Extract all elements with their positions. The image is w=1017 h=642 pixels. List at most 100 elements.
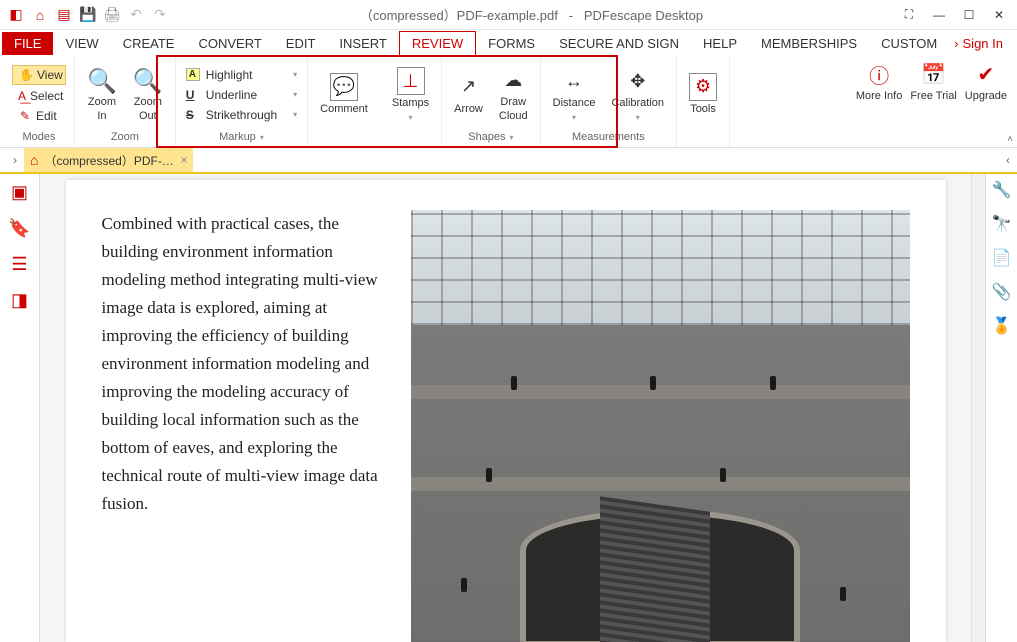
zoom-out-button[interactable]: 🔍Zoom Out xyxy=(127,62,169,126)
upgrade-button[interactable]: ✔Upgrade xyxy=(965,60,1007,102)
ribbon-group-zoom: 🔍Zoom In 🔍Zoom Out Zoom xyxy=(75,56,176,147)
ribbon-label-markup: Markup▾ xyxy=(219,131,264,145)
menu-file[interactable]: FILE xyxy=(2,32,53,55)
distance-icon: ↔ xyxy=(560,67,588,95)
arrow-icon: ↗ xyxy=(455,73,483,101)
ribbon-group-stamps: ⊥Stamps▾ xyxy=(380,56,442,147)
ribbon-group-shapes: ↗Arrow ☁Draw Cloud Shapes▾ xyxy=(442,56,540,147)
ribbon-group-markup: AHighlight▾ UUnderline▾ SStrikethrough▾ … xyxy=(176,56,308,147)
menu-secure[interactable]: SECURE AND SIGN xyxy=(547,32,691,55)
ribbon-group-modes: ✋View A͟Select ✎Edit Modes xyxy=(4,56,75,147)
highlight-button[interactable]: AHighlight▾ xyxy=(182,66,301,84)
notes-panel-button[interactable]: 📄 xyxy=(992,248,1012,268)
draw-cloud-button[interactable]: ☁Draw Cloud xyxy=(493,64,534,124)
zoom-out-icon: 🔍 xyxy=(133,66,163,96)
tab-close-button[interactable]: × xyxy=(180,153,187,167)
menu-convert[interactable]: CONVERT xyxy=(186,32,273,55)
workspace: ▣ 🔖 ☰ ◨ Combined with practical cases, t… xyxy=(0,174,1017,642)
ribbon-label-measurements: Measurements xyxy=(572,131,645,145)
sign-in-link[interactable]: Sign In xyxy=(954,36,1015,51)
hand-icon: ✋ xyxy=(19,68,33,82)
tools-button[interactable]: ⚙Tools xyxy=(683,71,723,118)
menu-custom[interactable]: CUSTOM xyxy=(869,32,949,55)
window-title: （compressed）PDF-example.pdf - PDFescape … xyxy=(168,5,895,24)
document-area[interactable]: Combined with practical cases, the build… xyxy=(40,174,971,642)
zoom-in-icon: 🔍 xyxy=(87,66,117,96)
titlebar: ◧ ⌂ ▤ 💾 🖨 ↶ ↷ （compressed）PDF-example.pd… xyxy=(0,0,1017,30)
left-rail: ▣ 🔖 ☰ ◨ xyxy=(0,174,40,642)
underline-button[interactable]: UUnderline▾ xyxy=(182,86,301,104)
ribbon-label-zoom: Zoom xyxy=(111,131,139,145)
ribbon-right: ⓘMore Info 📅Free Trial ✔Upgrade xyxy=(852,56,1017,147)
ribbon-group-measurements: ↔Distance▾ ✥Calibration▾ Measurements xyxy=(541,56,677,147)
ribbon-label-shapes: Shapes▾ xyxy=(468,131,513,145)
page-image xyxy=(411,210,910,642)
distance-button[interactable]: ↔Distance▾ xyxy=(547,65,602,123)
cloud-icon: ☁ xyxy=(499,66,527,94)
arrow-button[interactable]: ↗Arrow xyxy=(448,71,489,118)
strikethrough-button[interactable]: SStrikethrough▾ xyxy=(182,106,301,124)
menu-forms[interactable]: FORMS xyxy=(476,32,547,55)
stamps-button[interactable]: ⊥Stamps▾ xyxy=(386,65,435,123)
tab-nav-prev[interactable]: › xyxy=(6,148,24,172)
tools-panel-button[interactable]: 🔧 xyxy=(992,180,1012,200)
comment-button[interactable]: 💬Comment xyxy=(314,71,374,118)
calibration-icon: ✥ xyxy=(624,67,652,95)
ribbon-label-modes: Modes xyxy=(22,131,55,145)
calibration-button[interactable]: ✥Calibration▾ xyxy=(605,65,670,123)
minimize-button[interactable]: ― xyxy=(925,4,953,26)
save-floppy-icon[interactable]: ▤ xyxy=(56,7,72,23)
document-tab[interactable]: ⌂ （compressed）PDF-exa... × xyxy=(24,148,193,172)
maximize-button[interactable]: ☐ xyxy=(955,4,983,26)
menubar: FILE VIEW CREATE CONVERT EDIT INSERT REV… xyxy=(0,30,1017,56)
tab-label: （compressed）PDF-exa... xyxy=(44,152,174,169)
views-panel-button[interactable]: ◨ xyxy=(8,288,32,312)
ribbon-group-tools: ⚙Tools xyxy=(677,56,730,147)
save-icon[interactable]: 💾 xyxy=(80,7,96,23)
app-logo-icon[interactable]: ◧ xyxy=(8,7,24,23)
menu-memberships[interactable]: MEMBERSHIPS xyxy=(749,32,869,55)
bookmarks-panel-button[interactable]: 🔖 xyxy=(8,216,32,240)
ribbon-group-comment: 💬Comment xyxy=(308,56,380,147)
free-trial-button[interactable]: 📅Free Trial xyxy=(910,60,956,102)
right-rail: 🔧 🔭 📄 📎 🏅 xyxy=(985,174,1017,642)
redo-icon[interactable]: ↷ xyxy=(152,7,168,23)
pencil-icon: ✎ xyxy=(18,109,32,123)
ribbon: ✋View A͟Select ✎Edit Modes 🔍Zoom In 🔍Zoo… xyxy=(0,56,1017,148)
vertical-scrollbar[interactable] xyxy=(971,174,985,642)
thumbnails-panel-button[interactable]: ▣ xyxy=(8,180,32,204)
undo-icon[interactable]: ↶ xyxy=(128,7,144,23)
attachments-panel-button[interactable]: 📎 xyxy=(992,282,1012,302)
mode-edit-button[interactable]: ✎Edit xyxy=(12,107,66,125)
cursor-text-icon: A͟ xyxy=(18,89,26,103)
close-window-button[interactable]: ✕ xyxy=(985,4,1013,26)
strikethrough-icon: S xyxy=(186,108,200,122)
signatures-panel-button[interactable]: 🏅 xyxy=(992,316,1012,336)
menu-view[interactable]: VIEW xyxy=(53,32,110,55)
pdf-page: Combined with practical cases, the build… xyxy=(66,180,946,642)
page-body-text: Combined with practical cases, the build… xyxy=(102,210,381,612)
tab-nav-next[interactable]: ‹ xyxy=(999,153,1017,167)
more-info-button[interactable]: ⓘMore Info xyxy=(856,60,902,102)
menu-create[interactable]: CREATE xyxy=(111,32,187,55)
highlight-icon: A xyxy=(186,68,200,81)
menu-help[interactable]: HELP xyxy=(691,32,749,55)
compact-button[interactable]: ⛶ xyxy=(895,4,923,26)
collapse-ribbon-button[interactable]: ˄ xyxy=(1007,134,1013,145)
underline-icon: U xyxy=(186,88,200,102)
search-panel-button[interactable]: 🔭 xyxy=(992,214,1012,234)
sliders-icon: ⚙ xyxy=(689,73,717,101)
home-icon[interactable]: ⌂ xyxy=(32,7,48,23)
mode-view-button[interactable]: ✋View xyxy=(12,65,66,85)
tab-home-icon: ⌂ xyxy=(30,152,38,168)
menu-edit[interactable]: EDIT xyxy=(274,32,328,55)
stamp-icon: ⊥ xyxy=(397,67,425,95)
calendar-trial-icon: 📅 xyxy=(920,60,948,88)
menu-review[interactable]: REVIEW xyxy=(399,31,476,56)
menu-insert[interactable]: INSERT xyxy=(327,32,398,55)
print-icon[interactable]: 🖨 xyxy=(104,7,120,23)
check-circle-icon: ✔ xyxy=(972,60,1000,88)
mode-select-button[interactable]: A͟Select xyxy=(12,87,66,105)
zoom-in-button[interactable]: 🔍Zoom In xyxy=(81,62,123,126)
layers-panel-button[interactable]: ☰ xyxy=(8,252,32,276)
